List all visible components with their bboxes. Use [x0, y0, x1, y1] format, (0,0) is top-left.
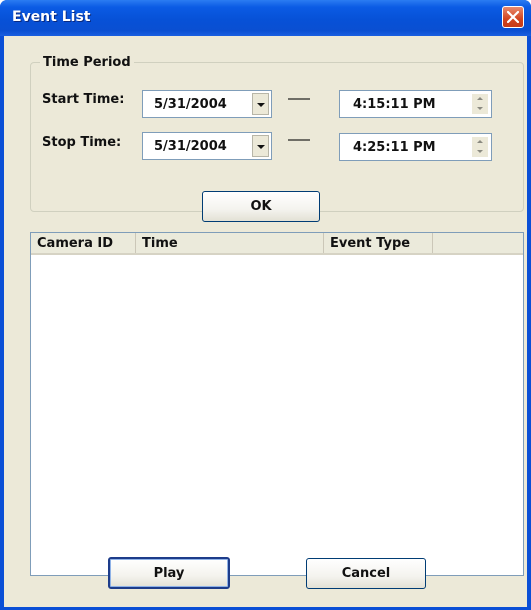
spin-up-icon — [477, 140, 483, 143]
column-header-event-type[interactable]: Event Type — [324, 233, 433, 253]
stop-range-dash — [288, 139, 310, 141]
play-button-label: Play — [153, 566, 185, 581]
start-date-value: 5/31/2004 — [154, 97, 227, 112]
stop-time-label: Stop Time: — [42, 135, 122, 150]
spin-up-icon — [477, 97, 483, 100]
start-time-picker[interactable]: 4:15:11 PM — [339, 90, 492, 118]
stop-date-dropdown-button[interactable] — [252, 135, 269, 157]
stop-time-picker[interactable]: 4:25:11 PM — [339, 133, 492, 161]
start-time-value: 4:15:11 PM — [353, 97, 436, 112]
column-header-filler — [433, 233, 523, 253]
window-title: Event List — [12, 9, 91, 25]
stop-time-spin-down[interactable] — [472, 147, 488, 157]
play-button[interactable]: Play — [108, 557, 230, 589]
stop-date-picker[interactable]: 5/31/2004 — [142, 132, 272, 160]
spin-down-icon — [477, 107, 483, 110]
start-range-dash — [288, 98, 310, 100]
ok-button-label: OK — [250, 199, 272, 214]
start-date-dropdown-button[interactable] — [252, 93, 269, 115]
chevron-down-icon — [257, 145, 265, 149]
event-list-window: Event List Time Period Start Time: 5/31/… — [0, 0, 531, 610]
close-button[interactable] — [502, 6, 524, 28]
close-icon — [507, 11, 519, 23]
stop-time-spin-up[interactable] — [472, 137, 488, 147]
start-time-spin-up[interactable] — [472, 94, 488, 104]
dialog-body: Time Period Start Time: 5/31/2004 4:15:1… — [4, 36, 527, 607]
stop-time-value: 4:25:11 PM — [353, 140, 436, 155]
column-header-time[interactable]: Time — [136, 233, 324, 253]
start-time-label: Start Time: — [42, 92, 125, 107]
chevron-down-icon — [257, 103, 265, 107]
column-header-camera-id[interactable]: Camera ID — [31, 233, 136, 253]
event-table-body[interactable] — [31, 255, 523, 575]
event-table-header: Camera ID Time Event Type — [31, 233, 523, 255]
cancel-button-label: Cancel — [341, 566, 391, 581]
event-table[interactable]: Camera ID Time Event Type — [30, 232, 524, 576]
start-time-spinner[interactable] — [472, 94, 488, 114]
start-time-spin-down[interactable] — [472, 104, 488, 114]
title-bar[interactable]: Event List — [0, 0, 531, 36]
ok-button[interactable]: OK — [202, 191, 320, 222]
time-period-label: Time Period — [40, 55, 134, 70]
cancel-button[interactable]: Cancel — [306, 558, 426, 589]
stop-date-value: 5/31/2004 — [154, 139, 227, 154]
start-date-picker[interactable]: 5/31/2004 — [142, 90, 272, 118]
stop-time-spinner[interactable] — [472, 137, 488, 157]
spin-down-icon — [477, 150, 483, 153]
